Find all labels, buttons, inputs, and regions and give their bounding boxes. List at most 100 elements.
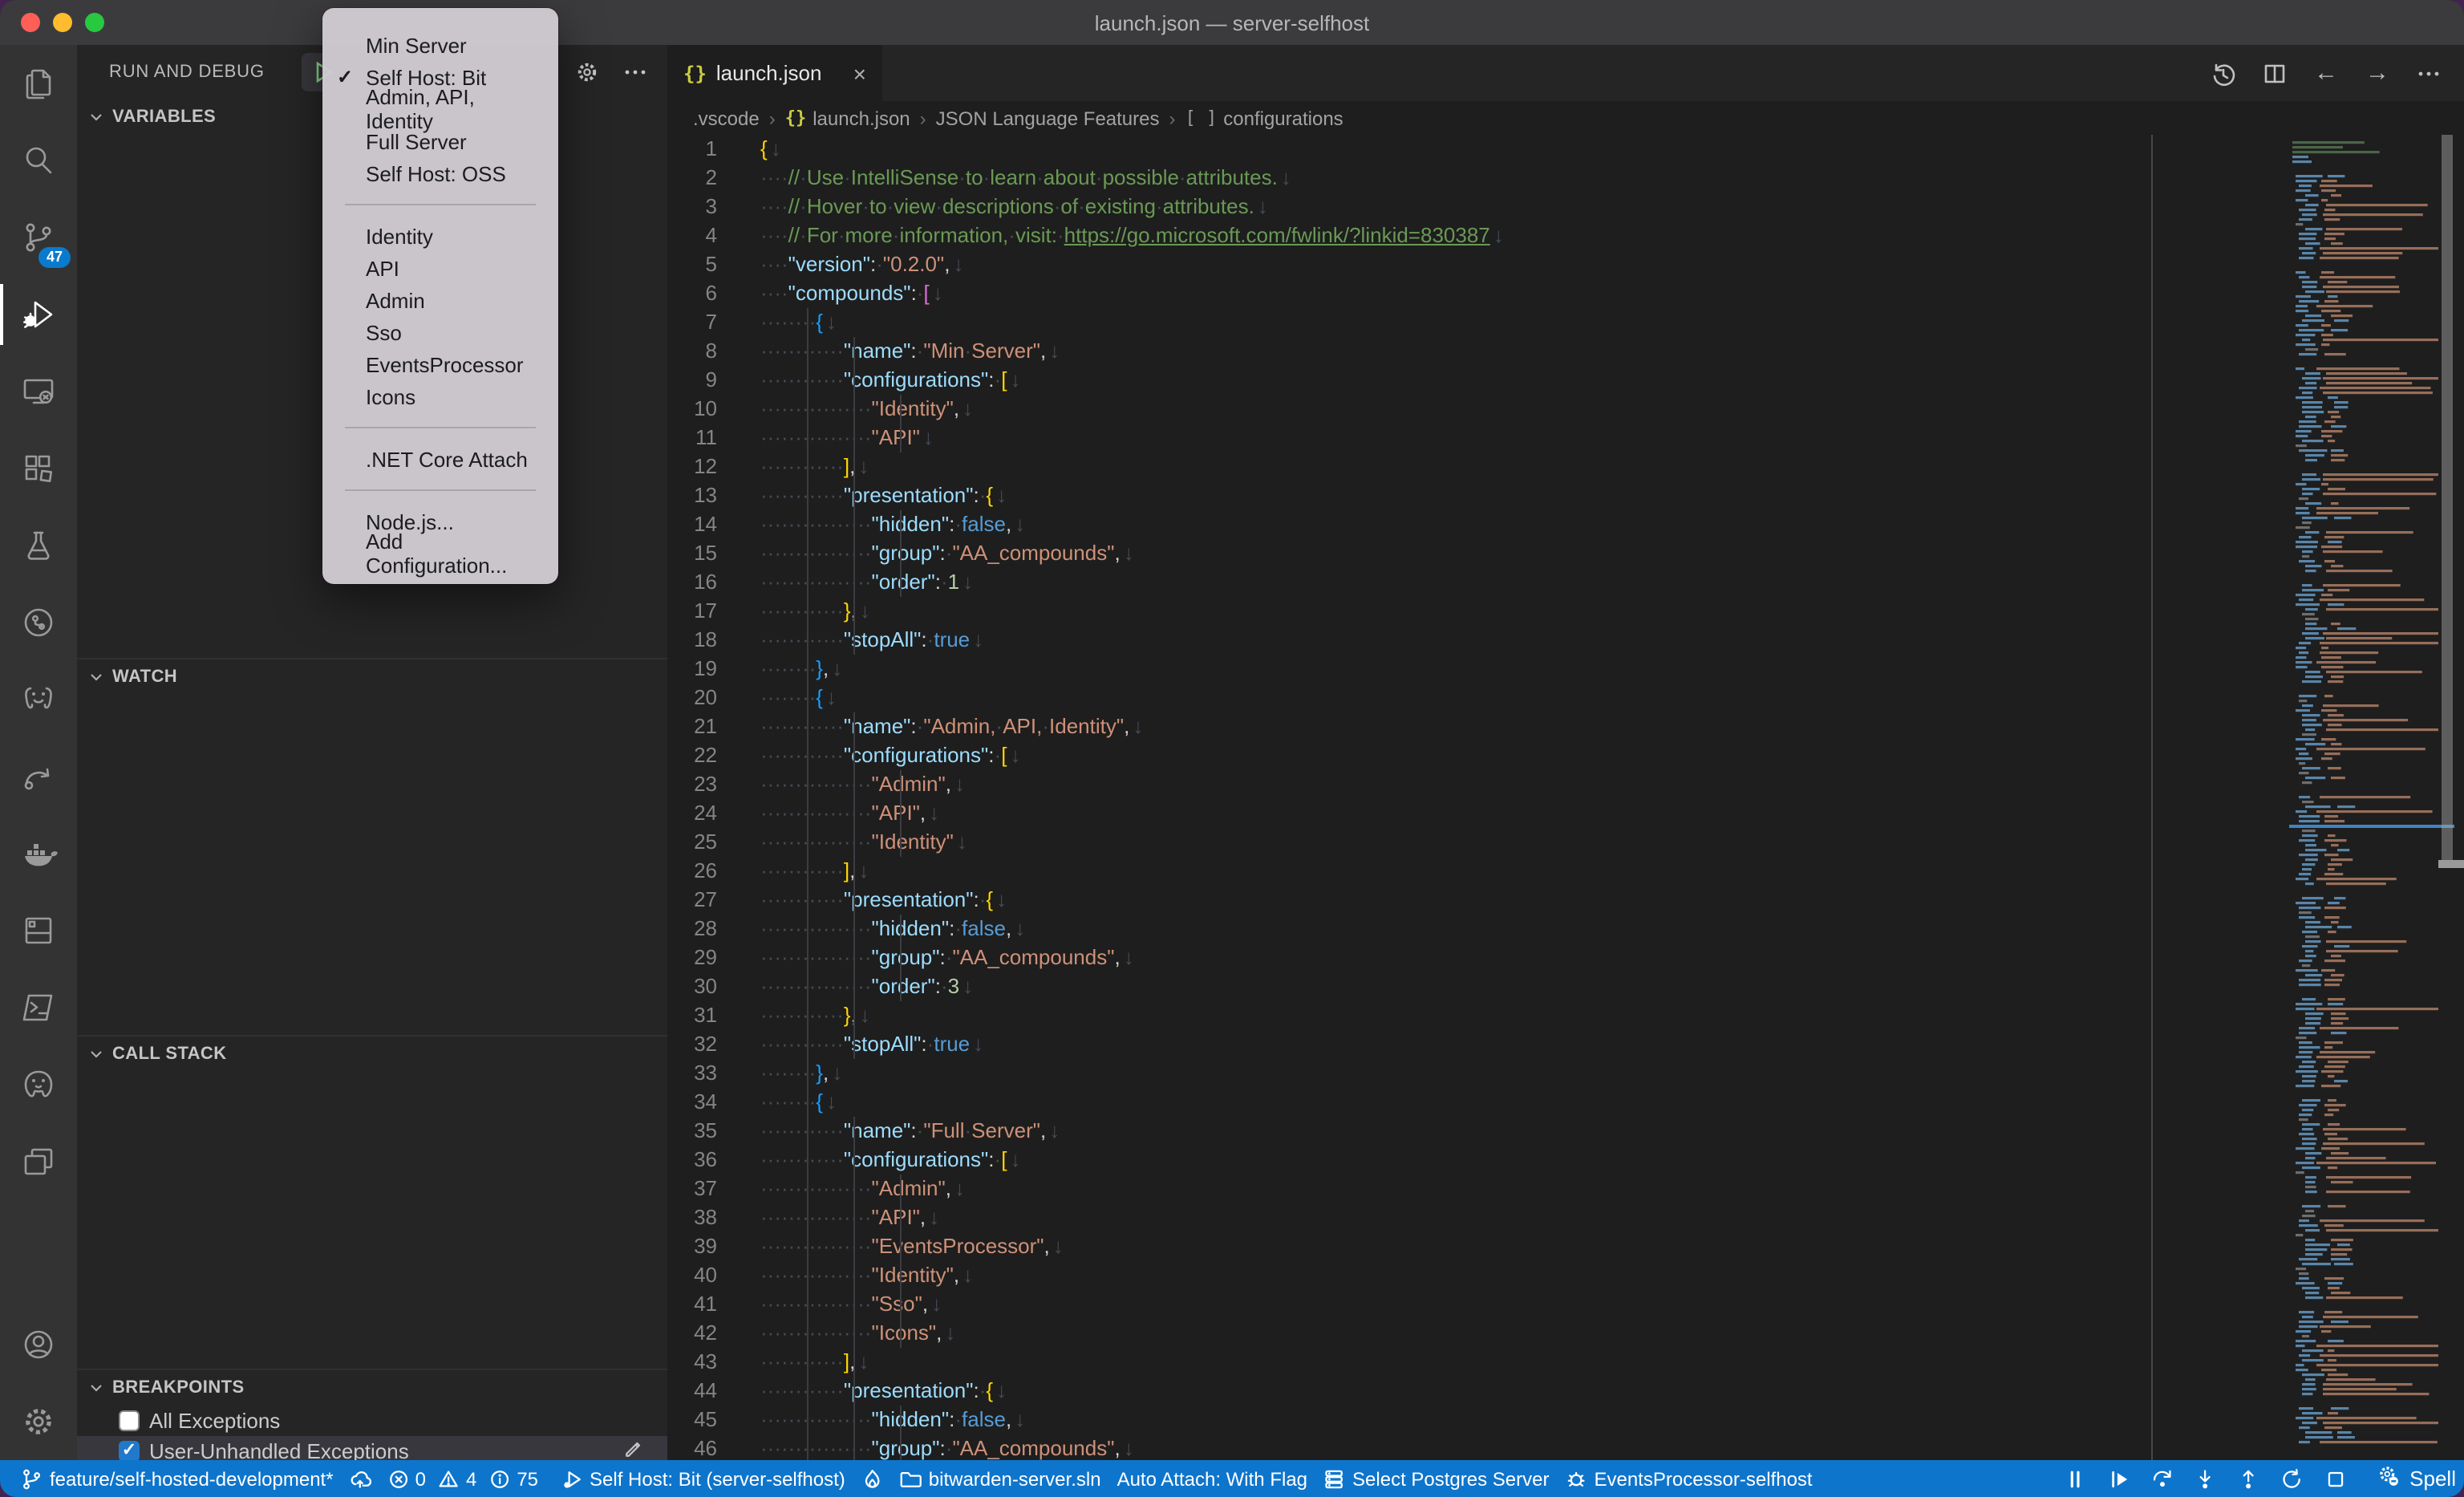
menu-item-admin[interactable]: Admin [322,284,558,316]
forward-icon[interactable]: → [2365,60,2390,86]
menu-item-admin-api-identity[interactable]: Admin, API, Identity [322,93,558,125]
code-editor[interactable]: 1{↓2····//·Use·IntelliSense·to·learn·abo… [667,135,2464,1460]
activity-copilot-icon[interactable] [0,661,77,738]
split-editor-icon[interactable] [2262,60,2288,86]
breakpoint-row[interactable]: All Exceptions [77,1406,667,1436]
status-solution[interactable]: bitwarden-server.sln [892,1467,1109,1490]
line-number[interactable]: 24 [667,799,760,828]
breakpoint-row[interactable]: ✓User-Unhandled Exceptions [77,1436,667,1460]
menu-item-full-server[interactable]: Full Server [322,125,558,157]
breadcrumb-item[interactable]: {}launch.json [785,107,910,129]
activity-terminal-icon[interactable] [0,969,77,1046]
line-number[interactable]: 1 [667,135,760,164]
line-number[interactable]: 37 [667,1174,760,1203]
code-line[interactable]: 40················"Identity",↓ [667,1261,2464,1290]
code-line[interactable]: 36············"configurations":·[↓ [667,1146,2464,1174]
line-number[interactable]: 19 [667,655,760,684]
stop-icon[interactable] [2324,1467,2347,1490]
line-number[interactable]: 46 [667,1434,760,1460]
line-number[interactable]: 39 [667,1232,760,1261]
line-number[interactable]: 45 [667,1406,760,1434]
code-line[interactable]: 6····"compounds":·[↓ [667,279,2464,308]
line-number[interactable]: 11 [667,424,760,452]
line-number[interactable]: 31 [667,1001,760,1030]
status-postgres-server[interactable]: Select Postgres Server [1315,1467,1557,1490]
close-tab-icon[interactable]: × [853,60,866,86]
pause-icon[interactable] [2065,1467,2087,1490]
line-number[interactable]: 35 [667,1117,760,1146]
activity-beaker-icon[interactable] [0,507,77,584]
code-line[interactable]: 27············"presentation":·{↓ [667,886,2464,915]
step-into-icon[interactable] [2194,1467,2217,1490]
line-number[interactable]: 13 [667,481,760,510]
code-line[interactable]: 25················"Identity"↓ [667,828,2464,857]
line-number[interactable]: 25 [667,828,760,857]
line-number[interactable]: 36 [667,1146,760,1174]
code-line[interactable]: 17············},↓ [667,597,2464,626]
line-number[interactable]: 9 [667,366,760,395]
zoom-window-button[interactable] [85,13,104,32]
code-line[interactable]: 16················"order":·1↓ [667,568,2464,597]
activity-liveshare-icon[interactable] [0,738,77,815]
checkbox[interactable] [119,1410,140,1431]
code-line[interactable]: 44············"presentation":·{↓ [667,1377,2464,1406]
activity-docker-icon[interactable] [0,815,77,892]
breadcrumb-item[interactable]: .vscode [693,107,760,129]
status-flame[interactable] [853,1467,892,1490]
code-line[interactable]: 5····"version":·"0.2.0",↓ [667,250,2464,279]
code-line[interactable]: 7········{↓ [667,308,2464,337]
activity-files-icon[interactable] [0,45,77,122]
section-header[interactable]: BREAKPOINTS [77,1370,667,1406]
code-line[interactable]: 38················"API",↓ [667,1203,2464,1232]
edit-pencil-icon[interactable] [622,1438,645,1460]
menu-item-api[interactable]: API [322,252,558,284]
line-number[interactable]: 38 [667,1203,760,1232]
line-number[interactable]: 43 [667,1348,760,1377]
menu-item-icons[interactable]: Icons [322,380,558,412]
section-header[interactable]: WATCH [77,659,667,695]
code-line[interactable]: 8············"name":·"Min·Server",↓ [667,337,2464,366]
more-icon[interactable] [2416,60,2442,86]
continue-icon[interactable] [2108,1467,2130,1490]
debug-settings-gear-icon[interactable] [574,59,600,85]
code-line[interactable]: 33········},↓ [667,1059,2464,1088]
line-number[interactable]: 17 [667,597,760,626]
line-number[interactable]: 6 [667,279,760,308]
activity-remote-icon[interactable] [0,353,77,430]
activity-windows-icon[interactable] [0,1123,77,1200]
code-line[interactable]: 35············"name":·"Full·Server",↓ [667,1117,2464,1146]
code-line[interactable]: 18············"stopAll":·true↓ [667,626,2464,655]
line-number[interactable]: 21 [667,712,760,741]
code-line[interactable]: 23················"Admin",↓ [667,770,2464,799]
code-line[interactable]: 22············"configurations":·[↓ [667,741,2464,770]
status-auto-attach[interactable]: Auto Attach: With Flag [1109,1467,1315,1490]
line-number[interactable]: 32 [667,1030,760,1059]
section-header[interactable]: CALL STACK [77,1037,667,1072]
code-line[interactable]: 24················"API",↓ [667,799,2464,828]
back-icon[interactable]: ← [2313,60,2339,86]
activity-search-icon[interactable] [0,122,77,199]
line-number[interactable]: 20 [667,684,760,712]
line-number[interactable]: 42 [667,1319,760,1348]
breadcrumb-item[interactable]: JSON Language Features [936,107,1160,129]
spell-checker-status[interactable]: Spell [2369,1465,2464,1492]
line-number[interactable]: 41 [667,1290,760,1319]
line-number[interactable]: 27 [667,886,760,915]
line-number[interactable]: 23 [667,770,760,799]
status-publish-changes[interactable] [342,1467,380,1490]
code-line[interactable]: 21············"name":·"Admin,·API,·Ident… [667,712,2464,741]
sidebar-more-icon[interactable] [622,59,648,85]
code-line[interactable]: 13············"presentation":·{↓ [667,481,2464,510]
checkbox[interactable]: ✓ [119,1441,140,1460]
code-line[interactable]: 30················"order":·3↓ [667,972,2464,1001]
line-number[interactable]: 22 [667,741,760,770]
line-number[interactable]: 7 [667,308,760,337]
line-number[interactable]: 14 [667,510,760,539]
menu-item--net-core-attach[interactable]: .NET Core Attach [322,443,558,475]
line-number[interactable]: 44 [667,1377,760,1406]
line-number[interactable]: 12 [667,452,760,481]
code-line[interactable]: 28················"hidden":·false,↓ [667,915,2464,943]
code-line[interactable]: 37················"Admin",↓ [667,1174,2464,1203]
editor-scrollbar[interactable] [2442,135,2453,860]
code-line[interactable]: 43············],↓ [667,1348,2464,1377]
